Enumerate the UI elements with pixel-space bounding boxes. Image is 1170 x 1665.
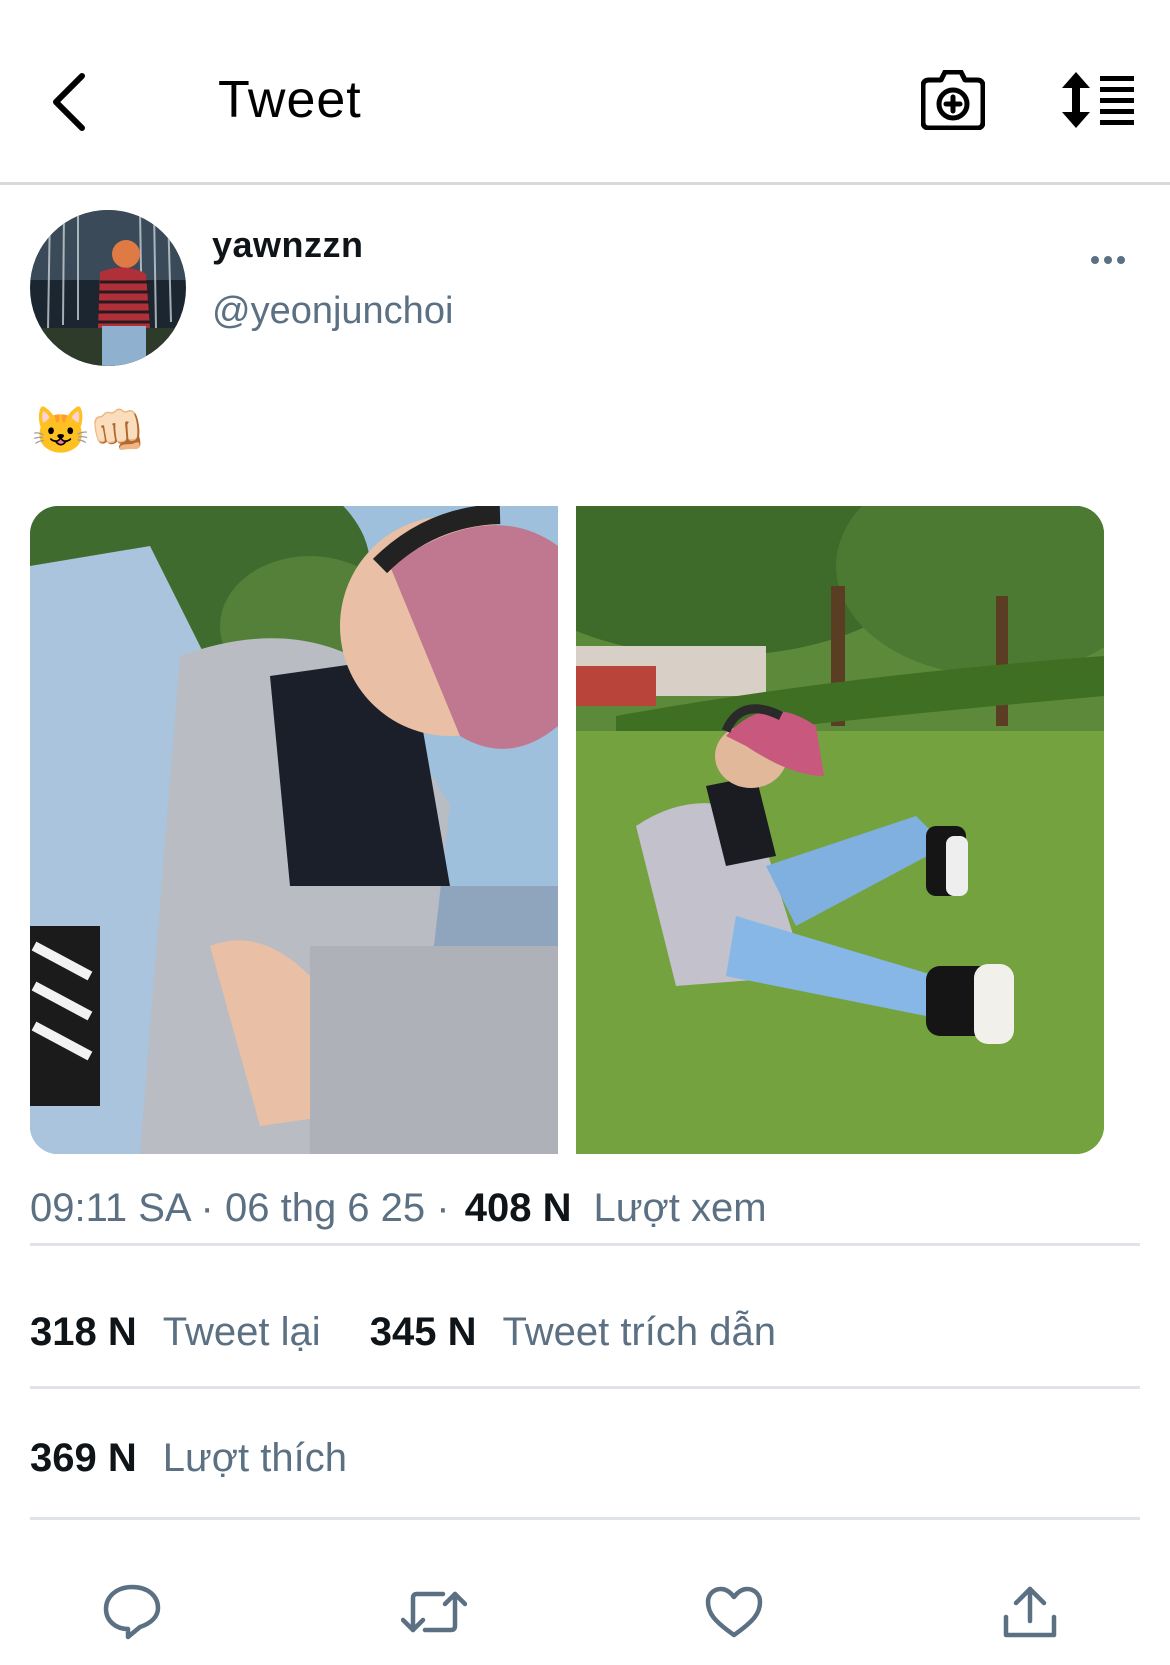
dot-icon [1091,256,1099,264]
sort-button[interactable] [1056,64,1140,136]
reply-button[interactable] [92,1572,172,1652]
divider [30,1517,1140,1520]
heart-icon [705,1586,763,1638]
meta-separator: · [200,1186,214,1230]
views-label: Lượt xem [593,1186,767,1230]
page-title: Tweet [218,71,362,129]
divider [30,1243,1140,1246]
tweet-photo-2[interactable] [576,506,1104,1154]
tweet-date: 06 thg 6 25 [224,1186,426,1230]
tweet-time: 09:11 SA [30,1186,190,1230]
dot-icon [1117,256,1125,264]
dot-icon [1104,256,1112,264]
comment-icon [103,1584,161,1640]
likes-count: 369 N [30,1436,137,1480]
divider [30,1386,1140,1389]
meta-separator: · [436,1186,450,1230]
tweet-text: 😺👊🏻 [32,404,147,456]
top-bar: Tweet [0,0,1170,185]
retweet-icon [401,1591,467,1633]
author-handle[interactable]: @yeonjunchoi [212,290,453,333]
retweet-button[interactable] [394,1572,474,1652]
avatar[interactable] [30,210,186,366]
chevron-left-icon [53,73,85,131]
share-icon [1003,1586,1057,1638]
retweets-link[interactable]: Tweet lại [163,1310,321,1354]
like-button[interactable] [694,1572,774,1652]
likes-stats-row: 369 N Lượt thích [30,1436,385,1481]
camera-plus-icon [921,70,985,130]
more-options-button[interactable] [1080,240,1136,280]
sort-list-icon [1062,72,1134,128]
back-button[interactable] [36,60,100,144]
views-count: 408 N [464,1186,572,1230]
tweet-photo-1[interactable] [30,506,558,1154]
share-button[interactable] [990,1572,1070,1652]
tweet-meta: 09:11 SA · 06 thg 6 25 · 408 N Lượt xem [30,1186,767,1231]
quotes-link[interactable]: Tweet trích dẫn [502,1310,775,1354]
share-stats-row: 318 N Tweet lại 345 N Tweet trích dẫn [30,1310,814,1355]
likes-link[interactable]: Lượt thích [163,1436,347,1480]
retweets-count: 318 N [30,1310,137,1354]
camera-button[interactable] [918,64,988,136]
author-name[interactable]: yawnzzn [212,224,364,266]
quotes-count: 345 N [369,1310,477,1354]
